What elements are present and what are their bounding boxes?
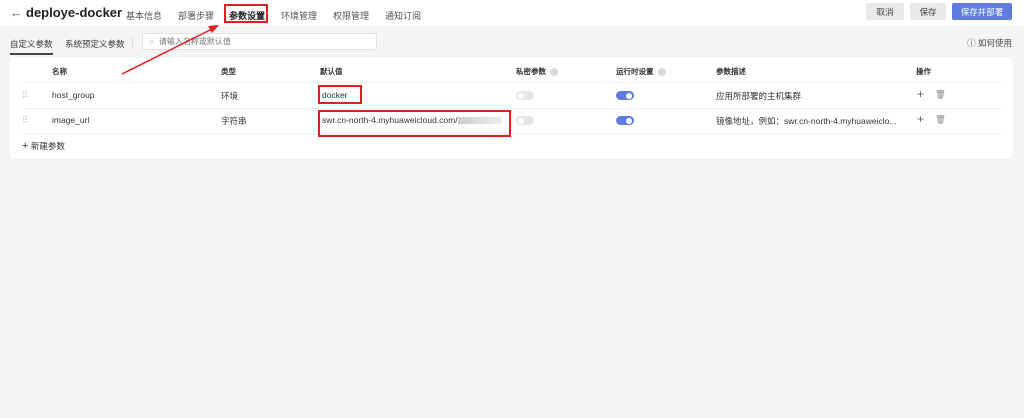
annotation-arrow [121,25,219,75]
